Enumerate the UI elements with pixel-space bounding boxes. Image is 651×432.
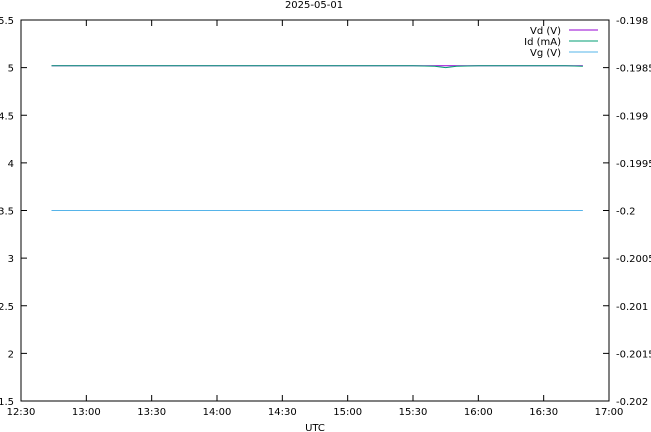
x-tick-label: 16:00 <box>464 407 493 418</box>
y-left-tick-label: 2 <box>8 349 14 360</box>
x-tick-label: 15:30 <box>399 407 428 418</box>
x-tick-label: 13:30 <box>137 407 166 418</box>
legend-entry-label: Vd (V) <box>530 26 561 37</box>
x-tick-label: 15:00 <box>333 407 362 418</box>
y-left-tick-label: 1.5 <box>0 397 14 408</box>
x-tick-label: 14:30 <box>268 407 297 418</box>
legend-entry-label: Id (mA) <box>524 37 561 48</box>
y-left-tick-label: 5 <box>8 64 14 75</box>
series-lines <box>51 65 583 211</box>
legend-entry-label: Vg (V) <box>530 48 561 59</box>
y-right-tick-label: -0.199 <box>616 111 648 122</box>
y-left-tick-label: 3.5 <box>0 207 14 218</box>
y-left-tick-label: 4 <box>8 159 14 170</box>
x-tick-label: 17:00 <box>595 407 624 418</box>
y-right-tick-label: -0.2005 <box>616 254 651 265</box>
y-right-tick-label: -0.202 <box>616 397 648 408</box>
y-right-tick-label: -0.2015 <box>616 349 651 360</box>
y-right-tick-label: -0.198 <box>616 16 648 27</box>
y-left-tick-label: 3 <box>8 254 14 265</box>
y-left-axis-ticks: 1.5 2 2.5 3 3.5 4 4.5 5 5.5 <box>0 16 27 408</box>
y-right-tick-label: -0.1985 <box>616 64 651 75</box>
series-line-1 <box>51 65 583 69</box>
y-left-tick-label: 5.5 <box>0 16 14 27</box>
y-right-tick-label: -0.2 <box>616 207 636 218</box>
x-tick-label: 14:00 <box>203 407 232 418</box>
y-right-tick-label: -0.1995 <box>616 159 651 170</box>
legend: Vd (V)Id (mA)Vg (V) <box>524 26 598 59</box>
x-axis-ticks: 12:30 13:00 13:30 14:00 14:30 15:00 15:30 16:00… <box>7 20 624 418</box>
y-left-tick-label: 2.5 <box>0 302 14 313</box>
x-tick-label: 13:00 <box>72 407 101 418</box>
y-left-tick-label: 4.5 <box>0 111 14 122</box>
y-right-tick-label: -0.201 <box>616 302 648 313</box>
x-tick-label: 16:30 <box>529 407 558 418</box>
chart: 2025-05-01 12:30 13:00 13:30 14:00 14:30 15:0… <box>0 0 651 432</box>
y-right-axis-ticks: -0.202 -0.2015 -0.201 -0.2005 -0.2 -0.1995 -0.… <box>603 16 651 408</box>
x-axis-title: UTC <box>305 423 325 432</box>
x-tick-label: 12:30 <box>7 407 36 418</box>
chart-title: 2025-05-01 <box>285 0 343 11</box>
